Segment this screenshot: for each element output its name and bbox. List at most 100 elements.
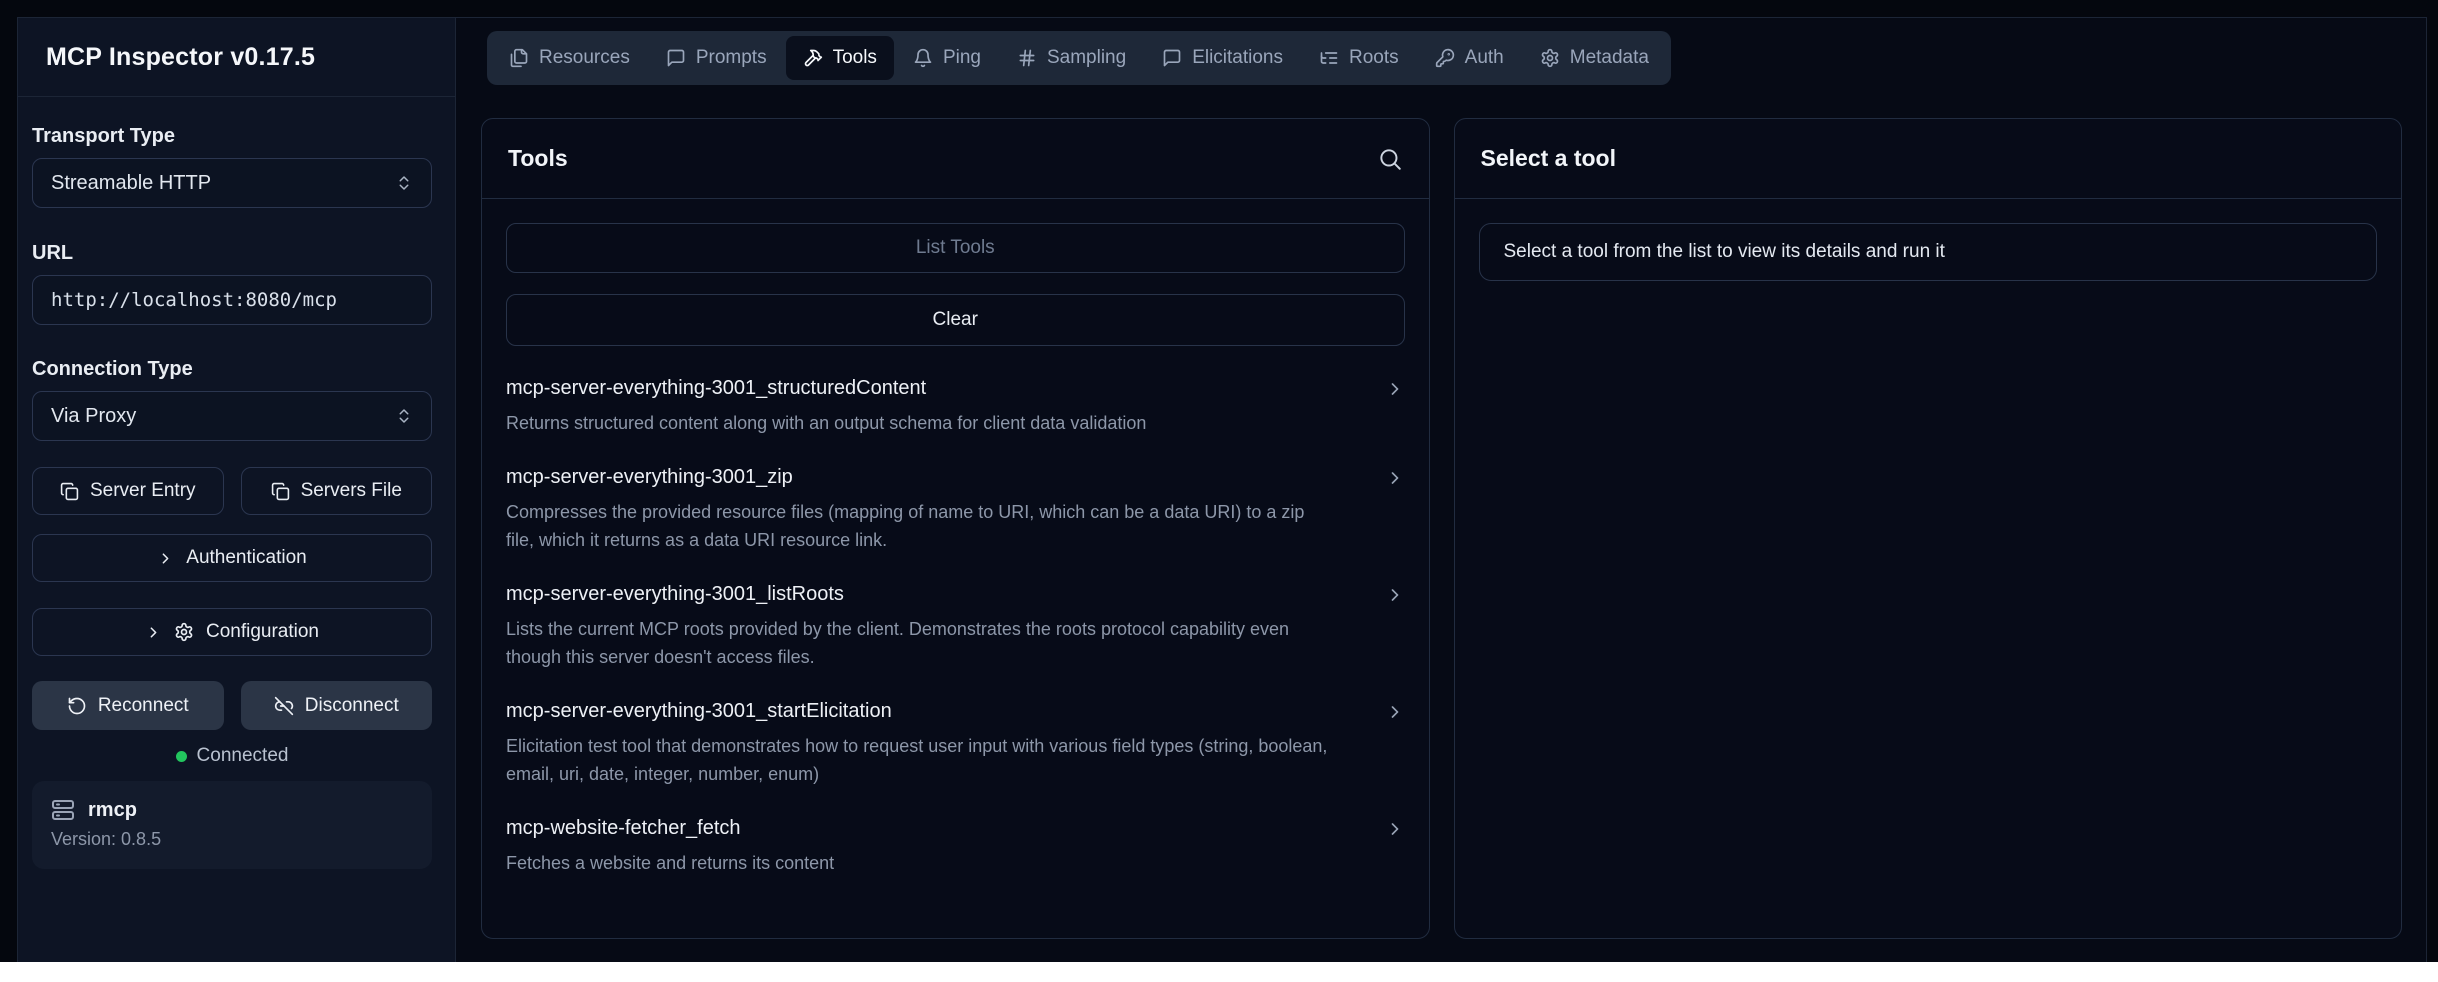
disconnect-label: Disconnect — [305, 695, 399, 717]
hammer-icon — [803, 48, 823, 68]
rotate-ccw-icon — [67, 696, 87, 716]
disconnect-button[interactable]: Disconnect — [241, 681, 433, 730]
connection-type-select[interactable]: Via Proxy — [32, 391, 432, 441]
top-nav: Resources Prompts Tools Ping — [487, 31, 1671, 85]
tool-description: Lists the current MCP roots provided by … — [506, 615, 1336, 671]
url-input[interactable]: http://localhost:8080/mcp — [32, 275, 432, 325]
reconnect-button[interactable]: Reconnect — [32, 681, 224, 730]
tab-elicitations[interactable]: Elicitations — [1145, 36, 1300, 80]
tab-label: Resources — [539, 47, 630, 69]
connection-type-value: Via Proxy — [51, 405, 136, 428]
search-icon[interactable] — [1377, 146, 1403, 172]
copy-icon — [60, 482, 79, 501]
reconnect-label: Reconnect — [98, 695, 189, 717]
page-bottom-gutter — [0, 962, 2438, 982]
page: MCP Inspector v0.17.5 Transport Type Str… — [0, 0, 2438, 982]
status-label: Connected — [197, 745, 289, 767]
transport-type-value: Streamable HTTP — [51, 172, 211, 195]
empty-state-message: Select a tool from the list to view its … — [1479, 223, 2378, 281]
tab-label: Prompts — [696, 47, 767, 69]
files-icon — [509, 48, 529, 68]
tool-name: mcp-server-everything-3001_structuredCon… — [506, 377, 926, 400]
tool-name: mcp-server-everything-3001_listRoots — [506, 583, 844, 606]
tab-ping[interactable]: Ping — [896, 36, 998, 80]
tools-panel: Tools List Tools Clear mcp — [481, 118, 1430, 939]
key-icon — [1435, 48, 1455, 68]
tools-panel-header: Tools — [482, 119, 1429, 199]
gear-icon — [174, 622, 194, 642]
tool-list-item[interactable]: mcp-server-everything-3001_listRoots Lis… — [506, 583, 1405, 671]
connection-status: Connected — [32, 745, 432, 767]
tool-description: Fetches a website and returns its conten… — [506, 849, 1336, 877]
configuration-toggle[interactable]: Configuration — [32, 608, 432, 656]
unlink-icon — [274, 696, 294, 716]
tools-panel-body: List Tools Clear mcp-server-everything-3… — [482, 199, 1429, 938]
tool-name: mcp-server-everything-3001_startElicitat… — [506, 700, 892, 723]
tab-prompts[interactable]: Prompts — [649, 36, 784, 80]
bell-icon — [913, 48, 933, 68]
tab-label: Roots — [1349, 47, 1399, 69]
server-icon — [51, 798, 75, 822]
clear-button[interactable]: Clear — [506, 294, 1405, 346]
authentication-toggle[interactable]: Authentication — [32, 534, 432, 582]
tab-label: Ping — [943, 47, 981, 69]
message-square-icon — [666, 48, 686, 68]
list-tools-button[interactable]: List Tools — [506, 223, 1405, 273]
tool-name: mcp-website-fetcher_fetch — [506, 817, 741, 840]
tools-list: mcp-server-everything-3001_structuredCon… — [506, 377, 1405, 877]
main-area: Resources Prompts Tools Ping — [456, 18, 2426, 962]
tab-label: Tools — [833, 47, 877, 69]
servers-file-button[interactable]: Servers File — [241, 467, 433, 515]
chevron-right-icon — [1385, 819, 1405, 839]
app-window: MCP Inspector v0.17.5 Transport Type Str… — [0, 0, 2438, 962]
tab-label: Sampling — [1047, 47, 1126, 69]
tool-list-item[interactable]: mcp-website-fetcher_fetch Fetches a webs… — [506, 817, 1405, 877]
message-square-icon — [1162, 48, 1182, 68]
tool-description: Returns structured content along with an… — [506, 409, 1336, 437]
tab-resources[interactable]: Resources — [492, 36, 647, 80]
tool-description: Compresses the provided resource files (… — [506, 498, 1336, 554]
status-dot — [176, 751, 187, 762]
sidebar: MCP Inspector v0.17.5 Transport Type Str… — [18, 18, 456, 962]
tool-list-item[interactable]: mcp-server-everything-3001_startElicitat… — [506, 700, 1405, 788]
tool-name: mcp-server-everything-3001_zip — [506, 466, 793, 489]
server-name: rmcp — [88, 799, 137, 822]
chevron-right-icon — [145, 624, 162, 641]
chevron-right-icon — [1385, 702, 1405, 722]
chevrons-up-down-icon — [395, 407, 413, 425]
copy-icon — [271, 482, 290, 501]
sidebar-body: Transport Type Streamable HTTP URL http:… — [18, 97, 455, 869]
tab-sampling[interactable]: Sampling — [1000, 36, 1143, 80]
tab-tools[interactable]: Tools — [786, 36, 894, 80]
chevron-right-icon — [1385, 585, 1405, 605]
tool-description: Elicitation test tool that demonstrates … — [506, 732, 1336, 788]
tab-auth[interactable]: Auth — [1418, 36, 1521, 80]
transport-type-select[interactable]: Streamable HTTP — [32, 158, 432, 208]
url-label: URL — [32, 242, 432, 265]
url-value: http://localhost:8080/mcp — [51, 289, 337, 311]
configuration-label: Configuration — [206, 621, 319, 643]
tools-panel-title: Tools — [508, 145, 568, 172]
detail-panel-header: Select a tool — [1455, 119, 2402, 199]
tool-list-item[interactable]: mcp-server-everything-3001_structuredCon… — [506, 377, 1405, 437]
transport-type-label: Transport Type — [32, 125, 432, 148]
tab-label: Elicitations — [1192, 47, 1283, 69]
chevron-right-icon — [157, 550, 174, 567]
authentication-label: Authentication — [186, 547, 306, 569]
servers-file-label: Servers File — [301, 480, 402, 502]
tool-detail-panel: Select a tool Select a tool from the lis… — [1454, 118, 2403, 939]
tool-list-item[interactable]: mcp-server-everything-3001_zip Compresse… — [506, 466, 1405, 554]
app-frame: MCP Inspector v0.17.5 Transport Type Str… — [17, 17, 2427, 962]
app-title: MCP Inspector v0.17.5 — [46, 43, 315, 72]
gear-icon — [1540, 48, 1560, 68]
tab-roots[interactable]: Roots — [1302, 36, 1416, 80]
tab-metadata[interactable]: Metadata — [1523, 36, 1666, 80]
tab-label: Auth — [1465, 47, 1504, 69]
connection-type-label: Connection Type — [32, 358, 432, 381]
chevron-right-icon — [1385, 468, 1405, 488]
tab-label: Metadata — [1570, 47, 1649, 69]
server-entry-button[interactable]: Server Entry — [32, 467, 224, 515]
hash-icon — [1017, 48, 1037, 68]
content-row: Tools List Tools Clear mcp — [481, 118, 2402, 939]
detail-panel-body: Select a tool from the list to view its … — [1455, 199, 2402, 938]
